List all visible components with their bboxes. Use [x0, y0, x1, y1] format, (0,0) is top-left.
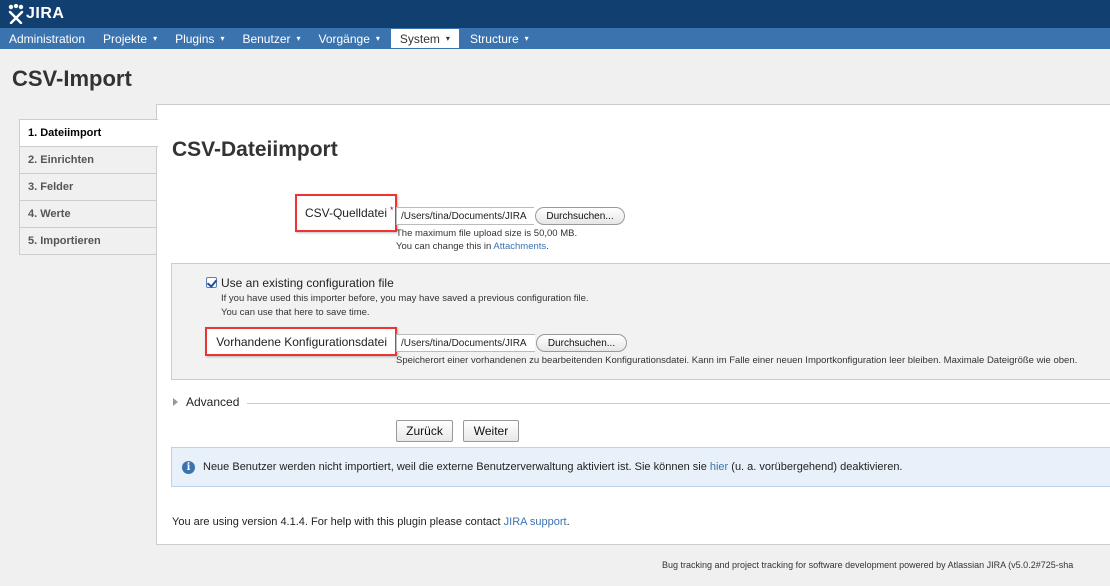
page-title: CSV-Import	[12, 66, 132, 91]
nav-vorgaenge[interactable]: Vorgänge ▾	[310, 28, 389, 49]
chevron-down-icon: ▾	[220, 34, 225, 43]
info-text: Neue Benutzer werden nicht importiert, w…	[203, 461, 903, 473]
chevron-down-icon: ▾	[524, 34, 529, 43]
chevron-down-icon: ▾	[445, 34, 450, 43]
chevron-down-icon: ▾	[296, 34, 301, 43]
config-browse-button[interactable]: Durchsuchen...	[536, 334, 627, 352]
nav-label: Vorgänge	[318, 31, 370, 46]
step-dateiimport[interactable]: 1. Dateiimport	[19, 119, 158, 147]
info-icon: i	[182, 460, 195, 474]
csv-source-browse-button[interactable]: Durchsuchen...	[535, 207, 625, 225]
nav-label: Plugins	[175, 31, 215, 46]
nav-administration[interactable]: Administration	[0, 28, 94, 49]
jira-support-link[interactable]: JIRA support	[504, 516, 567, 528]
nav-label: Administration	[9, 31, 86, 46]
nav-system[interactable]: System ▾	[390, 29, 459, 48]
jira-logo[interactable]: JIRA	[7, 3, 65, 25]
back-button[interactable]: Zurück	[396, 420, 453, 442]
info-message: i Neue Benutzer werden nicht importiert,…	[171, 447, 1110, 487]
footer-text: Bug tracking and project tracking for so…	[662, 560, 1074, 570]
nav-structure[interactable]: Structure ▾	[461, 28, 538, 49]
use-config-label[interactable]: Use an existing configuration file	[221, 276, 394, 290]
required-marker: *	[390, 205, 394, 215]
advanced-divider	[247, 403, 1110, 404]
nav-label: Projekte	[103, 31, 148, 46]
step-felder[interactable]: 3. Felder	[19, 174, 157, 201]
admin-nav: Administration Projekte ▾ Plugins ▾ Benutz…	[0, 28, 1110, 49]
jira-logo-icon	[7, 3, 25, 25]
nav-label: Benutzer	[242, 31, 291, 46]
use-config-checkbox[interactable]	[206, 277, 217, 288]
nav-label: System	[399, 31, 440, 46]
csv-source-file-input[interactable]: /Users/tina/Documents/JIRA	[396, 207, 534, 225]
config-help-line2: You can use that here to save time.	[221, 307, 370, 318]
config-file-section: Use an existing configuration file If yo…	[171, 263, 1110, 380]
nav-label: Structure	[469, 31, 519, 46]
help-text: .	[546, 241, 549, 252]
step-einrichten[interactable]: 2. Einrichten	[19, 147, 157, 174]
step-werte[interactable]: 4. Werte	[19, 201, 157, 228]
version-text: You are using version 4.1.4. For help wi…	[172, 516, 504, 528]
config-file-help: Speicherort einer vorhandenen zu bearbei…	[396, 355, 1078, 366]
deactivate-link[interactable]: hier	[710, 461, 728, 473]
info-text-part: (u. a. vorübergehend) deaktivieren.	[728, 461, 903, 473]
config-help-line1: If you have used this importer before, y…	[221, 293, 589, 304]
config-file-input[interactable]: /Users/tina/Documents/JIRA	[396, 334, 535, 352]
upload-size-help: The maximum file upload size is 50,00 MB…	[396, 228, 578, 239]
top-header: JIRA	[0, 0, 1110, 28]
nav-benutzer[interactable]: Benutzer ▾	[233, 28, 309, 49]
main-panel: CSV-Dateiimport CSV-Quelldatei * /Users/…	[156, 104, 1110, 545]
help-text: You can change this in	[396, 241, 494, 252]
info-text-part: Neue Benutzer werden nicht importiert, w…	[203, 461, 710, 473]
version-info: You are using version 4.1.4. For help wi…	[172, 516, 570, 528]
chevron-right-icon	[173, 398, 178, 406]
advanced-toggle[interactable]: Advanced	[173, 395, 239, 409]
next-button[interactable]: Weiter	[463, 420, 519, 442]
brand-name: JIRA	[26, 5, 65, 22]
chevron-down-icon: ▾	[375, 34, 380, 43]
attachments-link[interactable]: Attachments	[493, 241, 546, 252]
config-file-label: Vorhandene Konfigurationsdatei	[205, 327, 397, 356]
nav-projekte[interactable]: Projekte ▾	[94, 28, 166, 49]
advanced-label: Advanced	[186, 395, 240, 409]
nav-plugins[interactable]: Plugins ▾	[166, 28, 233, 49]
version-text: .	[566, 516, 570, 528]
chevron-down-icon: ▾	[153, 34, 158, 43]
attachments-help: You can change this in Attachments.	[396, 241, 549, 252]
section-title: CSV-Dateiimport	[172, 138, 338, 161]
step-importieren[interactable]: 5. Importieren	[19, 228, 157, 255]
wizard-steps: 1. Dateiimport 2. Einrichten 3. Felder 4…	[19, 119, 158, 255]
csv-source-label: CSV-Quelldatei	[295, 194, 397, 232]
